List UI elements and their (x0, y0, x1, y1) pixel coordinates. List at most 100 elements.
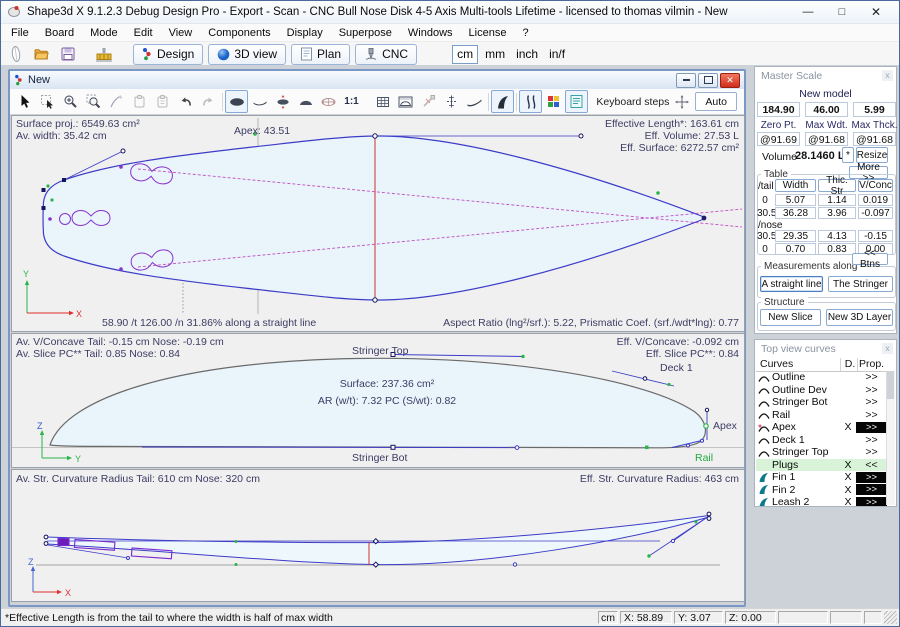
curve-prop-button[interactable]: >> (856, 484, 887, 495)
menu-item-superpose[interactable]: Superpose (331, 26, 400, 40)
straight-line-button[interactable]: A straight line (760, 276, 823, 292)
tail-row-1-cell-3[interactable]: -0.097 (858, 207, 893, 219)
nose-row-0-cell-3[interactable]: -0.15 (858, 230, 893, 242)
curve-row-outline[interactable]: Outline>> (756, 371, 887, 384)
undo-icon[interactable] (174, 90, 197, 113)
curve-row-apex[interactable]: ApexX>> (756, 421, 887, 434)
cnc-button[interactable]: CNC (355, 44, 417, 65)
profile-view-panel[interactable]: Z X Av. Str. Curvature Radius Tail: 610 … (11, 469, 745, 602)
doc-close-button[interactable]: ✕ (720, 73, 740, 88)
profile-view-canvas[interactable]: Z X (12, 470, 744, 601)
plan-button[interactable]: Plan (291, 44, 350, 65)
scrollbar-thumb[interactable] (887, 371, 894, 399)
dim-at-0[interactable]: @91.69 (757, 132, 800, 146)
curvature-icon[interactable] (519, 90, 542, 113)
curve-display-flag[interactable]: X (840, 421, 856, 433)
curve-row-fin-1[interactable]: Fin 1X>> (756, 471, 887, 484)
properties-icon[interactable] (565, 90, 588, 113)
curves-panel-close-icon[interactable]: x (882, 343, 893, 354)
top-view-panel[interactable]: Y X Surface proj.: 6549.63 cm² Av. width… (11, 115, 745, 332)
curve-prop-button[interactable]: >> (856, 472, 887, 483)
guideline-icon[interactable] (440, 90, 463, 113)
curve-row-leash-2[interactable]: Leash 2X>> (756, 496, 887, 507)
nose-row-0-cell-2[interactable]: 4.13 (818, 230, 856, 242)
tail-row-0-cell-1[interactable]: 5.07 (775, 194, 816, 206)
doc-minimize-button[interactable] (676, 73, 696, 88)
menu-item-board[interactable]: Board (37, 26, 82, 40)
curve-prop-button[interactable]: >> (856, 371, 887, 383)
zoom-window-icon[interactable] (82, 90, 105, 113)
new-3d-layer-button[interactable]: New 3D Layer (826, 309, 893, 326)
export-machine-icon[interactable] (93, 44, 115, 64)
col-header-width[interactable]: Width (775, 179, 816, 192)
slice-view-panel[interactable]: Z Y Av. V/Concave Tail: -0.15 cm Nose: -… (11, 333, 745, 468)
curve-prop-button[interactable]: >> (856, 497, 887, 507)
3d-view-button[interactable]: 3D view (208, 44, 286, 65)
menu-item-file[interactable]: File (3, 26, 37, 40)
master-scale-close-icon[interactable]: x (882, 70, 893, 81)
colors-icon[interactable] (542, 90, 565, 113)
auto-button[interactable]: Auto (695, 92, 737, 111)
tail-row-1-cell-1[interactable]: 36.28 (775, 207, 816, 219)
profile-view-icon[interactable] (248, 90, 271, 113)
cursor-icon[interactable] (13, 90, 36, 113)
save-icon[interactable] (57, 44, 79, 64)
stringer-button[interactable]: The Stringer (828, 276, 893, 292)
curves-scrollbar[interactable] (886, 371, 895, 505)
scale-1-1[interactable]: 1:1 (340, 90, 363, 113)
unit-mm[interactable]: mm (481, 46, 509, 63)
curve-display-flag[interactable]: X (840, 471, 856, 483)
maximize-button[interactable]: □ (825, 6, 859, 18)
design-button[interactable]: Design (133, 44, 203, 65)
curve-row-stringer-bot[interactable]: Stringer Bot>> (756, 396, 887, 409)
dim-value-2[interactable]: 5.99 (853, 102, 896, 117)
curve-row-fin-2[interactable]: Fin 2X>> (756, 484, 887, 497)
slice-view-icon[interactable] (294, 90, 317, 113)
tail-row-0-cell-3[interactable]: 0.019 (858, 194, 893, 206)
wireframe-view-icon[interactable] (317, 90, 340, 113)
unit-inf[interactable]: in/f (545, 46, 569, 63)
nose-row-1-cell-2[interactable]: 0.83 (818, 243, 856, 255)
menu-item-license[interactable]: License (461, 26, 515, 40)
outline-view-icon[interactable] (225, 90, 248, 113)
curve-prop-button[interactable]: << (856, 459, 887, 471)
redo-icon[interactable] (197, 90, 220, 113)
thickness-view-icon[interactable] (271, 90, 294, 113)
cut-measure-icon[interactable] (417, 90, 440, 113)
curve-display-flag[interactable]: X (840, 496, 856, 507)
dim-value-0[interactable]: 184.90 (757, 102, 800, 117)
menu-item-[interactable]: ? (514, 26, 536, 40)
resize-grip[interactable] (884, 611, 897, 624)
curve-row-plugs[interactable]: PlugsX<< (756, 459, 887, 472)
paste-icon[interactable] (151, 90, 174, 113)
curve-display-flag[interactable]: X (840, 459, 856, 471)
minimize-button[interactable]: — (791, 6, 825, 18)
btns-toggle-button[interactable]: << Btns (852, 253, 888, 265)
curve-row-rail[interactable]: Rail>> (756, 409, 887, 422)
curve-prop-button[interactable]: >> (856, 409, 887, 421)
curve-display-flag[interactable]: X (840, 484, 856, 496)
curve-prop-button[interactable]: >> (856, 396, 887, 408)
tail-row-1-cell-2[interactable]: 3.96 (818, 207, 856, 219)
curve-prop-button[interactable]: >> (856, 384, 887, 396)
menu-item-windows[interactable]: Windows (400, 26, 461, 40)
rocker-view-icon[interactable] (463, 90, 486, 113)
slices-panel-icon[interactable] (394, 90, 417, 113)
col-header-vconc[interactable]: V/Conc (858, 179, 893, 192)
menu-item-mode[interactable]: Mode (82, 26, 126, 40)
curve-row-outline-dev[interactable]: Outline Dev>> (756, 384, 887, 397)
menu-item-view[interactable]: View (161, 26, 201, 40)
new-board-icon[interactable] (6, 44, 28, 64)
dim-at-1[interactable]: @91.68 (805, 132, 848, 146)
open-icon[interactable] (30, 44, 52, 64)
unit-inch[interactable]: inch (512, 46, 542, 63)
menu-item-edit[interactable]: Edit (126, 26, 161, 40)
curve-prop-button[interactable]: >> (856, 446, 887, 458)
col-header-thicstr[interactable]: Thic. Str (818, 179, 856, 192)
dim-value-1[interactable]: 46.00 (805, 102, 848, 117)
grid-icon[interactable] (371, 90, 394, 113)
curve-row-deck-1[interactable]: Deck 1>> (756, 434, 887, 447)
tail-row-0-cell-2[interactable]: 1.14 (818, 194, 856, 206)
curve-row-stringer-top[interactable]: Stringer Top>> (756, 446, 887, 459)
menu-item-display[interactable]: Display (279, 26, 331, 40)
